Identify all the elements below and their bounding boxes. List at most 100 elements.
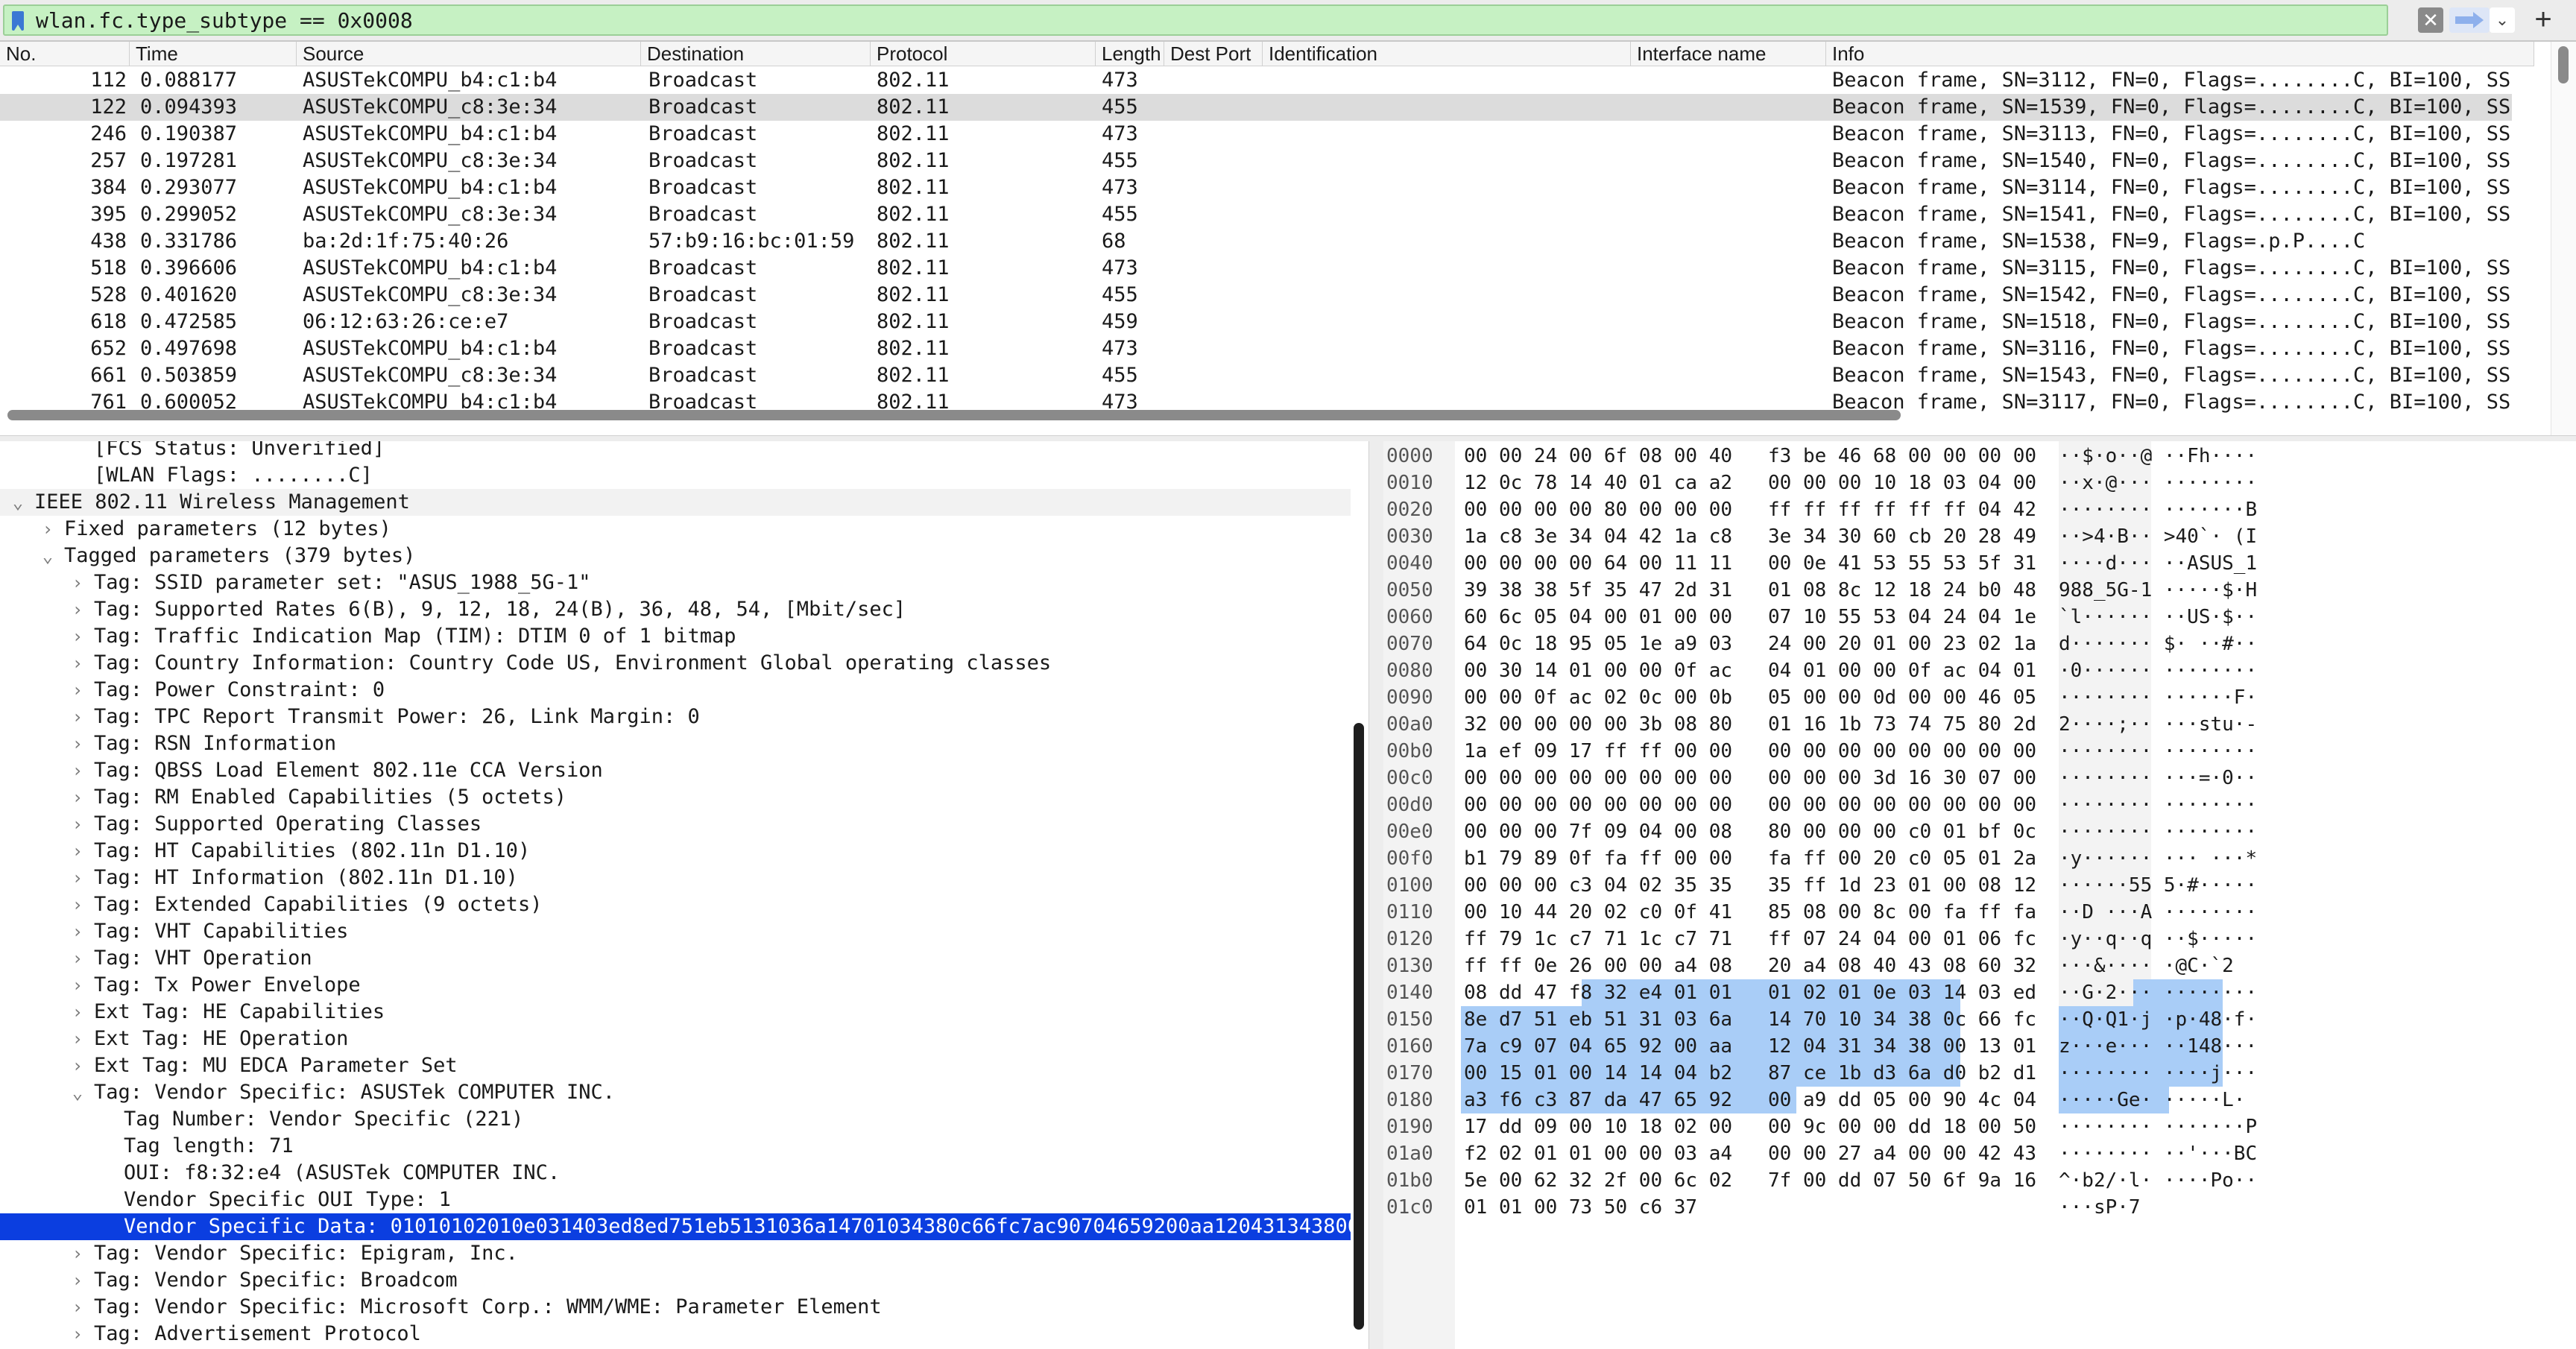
hex-row[interactable]: 0000 00 00 24 00 6f 08 00 40 f3 be 46 68 0… <box>1383 443 2257 470</box>
tree-item[interactable]: › Tag: Advertisement Protocol <box>0 1321 1351 1348</box>
column-header-no[interactable]: No. <box>0 42 130 66</box>
packet-row[interactable]: 518 0.396606 ASUSTekCOMPU_b4:c1:b4 Broadcas… <box>0 255 2512 282</box>
tree-item[interactable]: ⌄ Tagged parameters (379 bytes) <box>0 543 1351 569</box>
tree-item[interactable]: › Tag: RM Enabled Capabilities (5 octets) <box>0 784 1351 811</box>
hex-row[interactable]: 00c0 00 00 00 00 00 00 00 00 00 00 00 3d 1… <box>1383 765 2257 792</box>
column-header-time[interactable]: Time <box>130 42 297 66</box>
packet-row[interactable]: 395 0.299052 ASUSTekCOMPU_c8:3e:34 Broadcas… <box>0 201 2512 228</box>
hex-row[interactable]: 0160 7a c9 07 04 65 92 00 aa 12 04 31 34 3… <box>1383 1033 2257 1060</box>
hex-row[interactable]: 0130 ff ff 0e 26 00 00 a4 08 20 a4 08 40 4… <box>1383 952 2234 979</box>
packet-row[interactable]: 246 0.190387 ASUSTekCOMPU_b4:c1:b4 Broadcas… <box>0 121 2512 148</box>
tree-item[interactable]: › Ext Tag: HE Capabilities <box>0 999 1351 1026</box>
hex-row[interactable]: 00d0 00 00 00 00 00 00 00 00 00 00 00 00 0… <box>1383 792 2257 818</box>
packet-row[interactable]: 652 0.497698 ASUSTekCOMPU_b4:c1:b4 Broadcas… <box>0 335 2512 362</box>
expand-arrow-icon[interactable]: › <box>70 865 85 891</box>
hex-row[interactable]: 0140 08 dd 47 f8 32 e4 01 01 01 02 01 0e 0… <box>1383 979 2257 1006</box>
hex-row[interactable]: 0010 12 0c 78 14 40 01 ca a2 00 00 00 10 1… <box>1383 470 2257 496</box>
hex-row[interactable]: 0170 00 15 01 00 14 14 04 b2 87 ce 1b d3 6… <box>1383 1060 2257 1087</box>
collapse-arrow-icon[interactable]: ⌄ <box>40 543 55 569</box>
packet-row[interactable]: 257 0.197281 ASUSTekCOMPU_c8:3e:34 Broadcas… <box>0 148 2512 174</box>
hex-row[interactable]: 0080 00 30 14 01 00 00 0f ac 04 01 00 00 0… <box>1383 657 2257 684</box>
column-header-destination[interactable]: Destination <box>641 42 871 66</box>
expand-arrow-icon[interactable]: › <box>70 1052 85 1079</box>
tree-item[interactable]: Tag length: 71 <box>0 1133 1351 1160</box>
column-header-interface-name[interactable]: Interface name <box>1631 42 1826 66</box>
tree-item[interactable]: › Tag: HT Capabilities (802.11n D1.10) <box>0 838 1351 865</box>
expand-arrow-icon[interactable]: › <box>70 1321 85 1348</box>
hex-row[interactable]: 0020 00 00 00 00 80 00 00 00 ff ff ff ff f… <box>1383 496 2257 523</box>
hex-row[interactable]: 00b0 1a ef 09 17 ff ff 00 00 00 00 00 00 0… <box>1383 738 2257 765</box>
hex-row[interactable]: 01b0 5e 00 62 32 2f 00 6c 02 7f 00 dd 07 5… <box>1383 1167 2257 1194</box>
tree-item[interactable]: › Ext Tag: MU EDCA Parameter Set <box>0 1052 1351 1079</box>
clear-filter-icon[interactable]: ✕ <box>2418 7 2443 33</box>
expand-arrow-icon[interactable]: › <box>70 569 85 596</box>
hex-row[interactable]: 0040 00 00 00 00 64 00 11 11 00 0e 41 53 5… <box>1383 550 2257 577</box>
packet-row[interactable]: 112 0.088177 ASUSTekCOMPU_b4:c1:b4 Broadcas… <box>0 67 2512 94</box>
packet-details-vertical-scrollbar[interactable] <box>1354 723 1364 1330</box>
selected-tree-item[interactable]: Vendor Specific Data: 01010102010e031403… <box>0 1213 1351 1240</box>
expand-arrow-icon[interactable]: › <box>70 1240 85 1267</box>
packet-list-horizontal-scrollbar[interactable] <box>7 410 1901 420</box>
expand-arrow-icon[interactable]: › <box>70 704 85 730</box>
tree-item[interactable]: › Tag: QBSS Load Element 802.11e CCA Vers… <box>0 757 1351 784</box>
tree-item[interactable]: [WLAN Flags: ........C] <box>0 462 1351 489</box>
packet-row[interactable]: 528 0.401620 ASUSTekCOMPU_c8:3e:34 Broadcas… <box>0 282 2512 309</box>
hex-row[interactable]: 0060 60 6c 05 04 00 01 00 00 07 10 55 53 0… <box>1383 604 2257 631</box>
tree-item[interactable]: › Tag: Extended Capabilities (9 octets) <box>0 891 1351 918</box>
tree-item[interactable]: › Tag: Tx Power Envelope <box>0 972 1351 999</box>
tree-item[interactable]: › Tag: Country Information: Country Code … <box>0 650 1351 677</box>
packet-row[interactable]: 618 0.472585 06:12:63:26:ce:e7 Broadcast 802… <box>0 309 2512 335</box>
filter-expression[interactable]: wlan.fc.type_subtype == 0x0008 <box>36 9 413 33</box>
display-filter-input[interactable]: wlan.fc.type_subtype == 0x0008 <box>3 4 2388 36</box>
tree-item[interactable]: › Tag: Vendor Specific: Microsoft Corp.: … <box>0 1294 1351 1321</box>
packet-list-vertical-scroll-track[interactable] <box>2551 42 2576 435</box>
tree-item[interactable]: › Tag: Supported Operating Classes <box>0 811 1351 838</box>
hex-row[interactable]: 0190 17 dd 09 00 10 18 02 00 00 9c 00 00 d… <box>1383 1113 2257 1140</box>
pane-splitter-vertical[interactable] <box>1368 441 1385 1349</box>
packet-row[interactable]: 384 0.293077 ASUSTekCOMPU_b4:c1:b4 Broadcas… <box>0 174 2512 201</box>
hex-row[interactable]: 0110 00 10 44 20 02 c0 0f 41 85 08 00 8c 0… <box>1383 899 2257 926</box>
column-header-length[interactable]: Length <box>1096 42 1164 66</box>
column-header-dest-port[interactable]: Dest Port <box>1164 42 1263 66</box>
packet-row[interactable]: 661 0.503859 ASUSTekCOMPU_c8:3e:34 Broadcas… <box>0 362 2512 389</box>
bookmark-icon[interactable] <box>12 11 24 31</box>
expand-arrow-icon[interactable]: › <box>70 972 85 999</box>
expand-arrow-icon[interactable]: › <box>70 596 85 623</box>
hex-row[interactable]: 0120 ff 79 1c c7 71 1c c7 71 ff 07 24 04 0… <box>1383 926 2257 952</box>
expand-arrow-icon[interactable]: › <box>70 918 85 945</box>
tree-item[interactable]: Vendor Specific OUI Type: 1 <box>0 1187 1351 1213</box>
tree-item[interactable]: › Tag: Vendor Specific: Broadcom <box>0 1267 1351 1294</box>
column-header-source[interactable]: Source <box>297 42 641 66</box>
tree-item[interactable]: [FCS Status: Unverified] <box>0 441 1351 462</box>
tree-item[interactable]: › Tag: RSN Information <box>0 730 1351 757</box>
expand-arrow-icon[interactable]: › <box>70 811 85 838</box>
collapse-arrow-icon[interactable]: ⌄ <box>70 1079 85 1106</box>
tree-item[interactable]: › Tag: Supported Rates 6(B), 9, 12, 18, 2… <box>0 596 1351 623</box>
hex-row[interactable]: 0100 00 00 00 c3 04 02 35 35 35 ff 1d 23 0… <box>1383 872 2257 899</box>
tree-item[interactable]: › Tag: Vendor Specific: Epigram, Inc. <box>0 1240 1351 1267</box>
expand-arrow-icon[interactable]: › <box>70 891 85 918</box>
packet-row[interactable]: 122 0.094393 ASUSTekCOMPU_c8:3e:34 Broadcas… <box>0 94 2512 121</box>
tree-item[interactable]: Tag Number: Vendor Specific (221) <box>0 1106 1351 1133</box>
tree-item[interactable]: › Tag: VHT Capabilities <box>0 918 1351 945</box>
hex-row[interactable]: 0030 1a c8 3e 34 04 42 1a c8 3e 34 30 60 c… <box>1383 523 2257 550</box>
tree-item[interactable]: › Tag: HT Information (802.11n D1.10) <box>0 865 1351 891</box>
expand-arrow-icon[interactable]: › <box>40 516 55 543</box>
column-header-identification[interactable]: Identification <box>1263 42 1631 66</box>
column-header-info[interactable]: Info <box>1826 42 2534 66</box>
hex-row[interactable]: 0090 00 00 0f ac 02 0c 00 0b 05 00 00 0d 0… <box>1383 684 2257 711</box>
tree-item[interactable]: › Tag: SSID parameter set: "ASUS_1988_5G-… <box>0 569 1351 596</box>
expand-arrow-icon[interactable]: › <box>70 999 85 1026</box>
tree-item[interactable]: › Tag: TPC Report Transmit Power: 26, Lin… <box>0 704 1351 730</box>
tree-item[interactable]: › Tag: VHT Operation <box>0 945 1351 972</box>
hex-row[interactable]: 00a0 32 00 00 00 00 3b 08 80 01 16 1b 73 7… <box>1383 711 2257 738</box>
hex-row[interactable]: 0180 a3 f6 c3 87 da 47 65 92 00 a9 dd 05 0… <box>1383 1087 2245 1113</box>
expand-arrow-icon[interactable]: › <box>70 730 85 757</box>
expand-arrow-icon[interactable]: › <box>70 1026 85 1052</box>
expand-arrow-icon[interactable]: › <box>70 623 85 650</box>
expand-arrow-icon[interactable]: › <box>70 650 85 677</box>
expand-arrow-icon[interactable]: › <box>70 838 85 865</box>
tree-item[interactable]: ⌄ Tag: Vendor Specific: ASUSTek COMPUTER … <box>0 1079 1351 1106</box>
tree-item[interactable]: › Ext Tag: HE Operation <box>0 1026 1351 1052</box>
hex-row[interactable]: 0150 8e d7 51 eb 51 31 03 6a 14 70 10 34 3… <box>1383 1006 2257 1033</box>
